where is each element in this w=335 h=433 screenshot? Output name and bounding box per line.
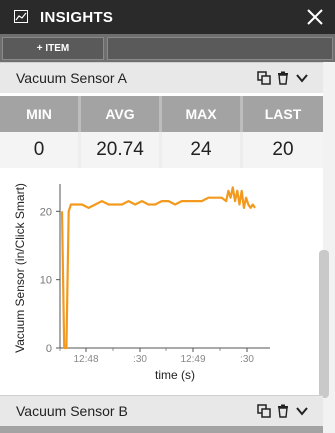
- panel-header-vacuum-sensor-a[interactable]: Vacuum Sensor A: [0, 62, 323, 93]
- x-axis-label: time (s): [155, 368, 195, 382]
- copy-icon[interactable]: [257, 404, 271, 418]
- stat-label-avg: AVG: [81, 96, 159, 132]
- stat-value-avg: 20.74: [81, 132, 159, 168]
- trash-icon[interactable]: [276, 404, 290, 418]
- chart-area: 0 10 20 12:48 :30 12:49 :30 Vacuum Sensor (in…: [0, 172, 318, 392]
- line-chart: 0 10 20 12:48 :30 12:49 :30 Vacuum Sensor (in…: [13, 183, 270, 382]
- toolbar: + ITEM: [0, 34, 335, 62]
- stats-value-row: 0 20.74 24 20: [0, 132, 323, 168]
- chart-icon: [14, 10, 28, 23]
- stat-value-max: 24: [162, 132, 240, 168]
- x-tick-label: :30: [133, 354, 147, 365]
- y-tick-label: 20: [40, 206, 52, 218]
- x-tick-label: :30: [240, 354, 254, 365]
- chevron-down-icon[interactable]: [295, 404, 309, 418]
- chevron-down-icon[interactable]: [295, 71, 309, 85]
- add-item-button[interactable]: + ITEM: [2, 37, 104, 60]
- y-axis-label: Vacuum Sensor (in/Click Smart): [13, 183, 27, 353]
- toolbar-empty-slot: [107, 37, 333, 60]
- title-bar: INSIGHTS: [0, 0, 335, 34]
- x-tick-label: 12:49: [180, 354, 205, 365]
- stats-header-row: MIN AVG MAX LAST: [0, 96, 323, 132]
- panel-title: Vacuum Sensor A: [16, 70, 128, 86]
- y-tick-label: 0: [46, 343, 52, 355]
- stat-label-max: MAX: [162, 96, 240, 132]
- trash-icon[interactable]: [276, 71, 290, 85]
- x-tick-label: 12:48: [73, 354, 98, 365]
- y-tick-label: 10: [40, 275, 52, 287]
- panel-b-stats-strip: [0, 426, 323, 433]
- stat-label-min: MIN: [0, 96, 78, 132]
- window-title: INSIGHTS: [40, 9, 114, 26]
- close-icon[interactable]: [305, 7, 325, 27]
- stat-value-min: 0: [0, 132, 78, 168]
- copy-icon[interactable]: [257, 71, 271, 85]
- stat-label-last: LAST: [243, 96, 323, 132]
- scrollbar-thumb[interactable]: [319, 250, 329, 398]
- stat-value-last: 20: [243, 132, 323, 168]
- series-line: [60, 186, 256, 350]
- panel-title: Vacuum Sensor B: [16, 403, 128, 419]
- panel-header-vacuum-sensor-b[interactable]: Vacuum Sensor B: [0, 395, 323, 426]
